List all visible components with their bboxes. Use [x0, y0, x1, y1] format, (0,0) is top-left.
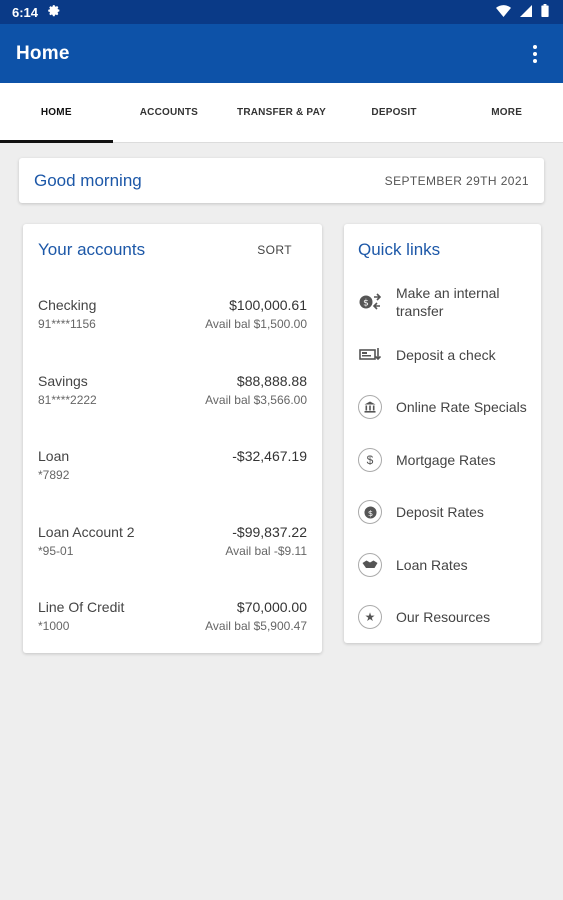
account-balance: -$99,837.22: [232, 523, 307, 540]
quick-link-deposit-check[interactable]: Deposit a check: [358, 329, 541, 382]
account-row-checking[interactable]: Checking 91****1156 $100,000.61 Avail ba…: [38, 276, 307, 352]
quick-links-title: Quick links: [358, 240, 441, 259]
quick-link-internal-transfer[interactable]: $ Make an internal transfer: [358, 276, 541, 329]
greeting-date: SEPTEMBER 29TH 2021: [384, 173, 529, 188]
account-name: Savings: [38, 372, 88, 389]
quick-link-label: Our Resources: [396, 609, 491, 626]
account-row-line-of-credit[interactable]: Line Of Credit *1000 $70,000.00 Avail ba…: [38, 578, 307, 654]
account-balance: -$32,467.19: [232, 448, 307, 464]
quick-link-our-resources[interactable]: ★ Our Resources: [358, 591, 541, 644]
quick-link-deposit-rates[interactable]: $ Deposit Rates: [358, 486, 541, 539]
account-available-balance: Avail bal $5,900.47: [205, 619, 307, 633]
quick-link-label: Make an internal transfer: [396, 285, 500, 320]
tab-home[interactable]: HOME: [0, 83, 113, 143]
quick-link-label: Loan Rates: [396, 556, 468, 573]
bank-icon: [358, 395, 382, 420]
account-balance: $70,000.00: [236, 599, 307, 615]
account-available-balance: Avail bal $1,500.00: [205, 317, 307, 331]
tab-transfer-pay[interactable]: TRANSFER & PAY: [225, 83, 338, 142]
account-name: Loan Account 2: [38, 523, 135, 540]
transfer-icon: $: [358, 290, 382, 314]
status-bar: 6:14: [0, 0, 563, 24]
greeting-text: Good morning: [34, 170, 142, 190]
account-balance: $100,000.61: [229, 297, 307, 313]
account-number: *95-01: [38, 543, 74, 558]
dollar-icon: $: [358, 447, 382, 472]
tab-more[interactable]: MORE: [450, 83, 563, 142]
tab-deposit[interactable]: DEPOSIT: [338, 83, 451, 142]
account-available-balance: Avail bal -$9.11: [225, 543, 307, 558]
account-number: 81****2222: [38, 392, 97, 407]
quick-link-online-rate-specials[interactable]: Online Rate Specials: [358, 381, 541, 434]
wifi-icon: [496, 4, 511, 20]
account-number: *7892: [38, 468, 70, 482]
more-options-icon[interactable]: [523, 42, 547, 66]
page-title: Home: [16, 42, 70, 64]
quick-link-label: Deposit a check: [396, 346, 496, 363]
account-name: Line Of Credit: [38, 599, 125, 615]
accounts-title: Your accounts: [38, 240, 146, 259]
app-bar: Home: [0, 24, 563, 83]
quick-link-mortgage-rates[interactable]: $ Mortgage Rates: [358, 434, 541, 487]
quick-link-loan-rates[interactable]: Loan Rates: [358, 539, 541, 592]
svg-text:$: $: [367, 508, 372, 518]
account-balance: $88,888.88: [236, 372, 307, 389]
greeting-card: Good morning SEPTEMBER 29TH 2021: [19, 158, 544, 203]
quick-links-card: Quick links $ Make an internal transfer …: [344, 224, 541, 643]
handshake-icon: [358, 552, 382, 577]
account-number: *1000: [38, 619, 70, 633]
sort-button[interactable]: SORT: [257, 243, 292, 257]
svg-text:$: $: [363, 299, 369, 309]
account-row-loan[interactable]: Loan *7892 -$32,467.19: [38, 427, 307, 503]
status-time: 6:14: [12, 4, 39, 20]
signal-icon: [520, 4, 532, 20]
quick-link-label: Mortgage Rates: [396, 451, 496, 468]
settings-gear-icon: [48, 4, 61, 20]
account-available-balance: Avail bal $3,566.00: [205, 392, 307, 407]
tab-bar: HOME ACCOUNTS TRANSFER & PAY DEPOSIT MOR…: [0, 83, 563, 143]
account-row-loan-account-2[interactable]: Loan Account 2 *95-01 -$99,837.22 Avail …: [38, 503, 307, 579]
account-name: Checking: [38, 297, 97, 313]
battery-icon: [541, 4, 549, 20]
quick-link-label: Deposit Rates: [396, 504, 484, 521]
coin-icon: $: [358, 500, 382, 525]
check-deposit-icon: [358, 343, 382, 367]
account-number: 91****1156: [38, 317, 96, 331]
account-row-savings[interactable]: Savings 81****2222 $88,888.88 Avail bal …: [38, 352, 307, 428]
accounts-card: Your accounts SORT Checking 91****1156 $…: [23, 224, 322, 653]
tab-accounts[interactable]: ACCOUNTS: [113, 83, 226, 142]
quick-link-label: Online Rate Specials: [396, 399, 527, 416]
account-name: Loan: [38, 448, 70, 464]
star-icon: ★: [358, 605, 382, 630]
